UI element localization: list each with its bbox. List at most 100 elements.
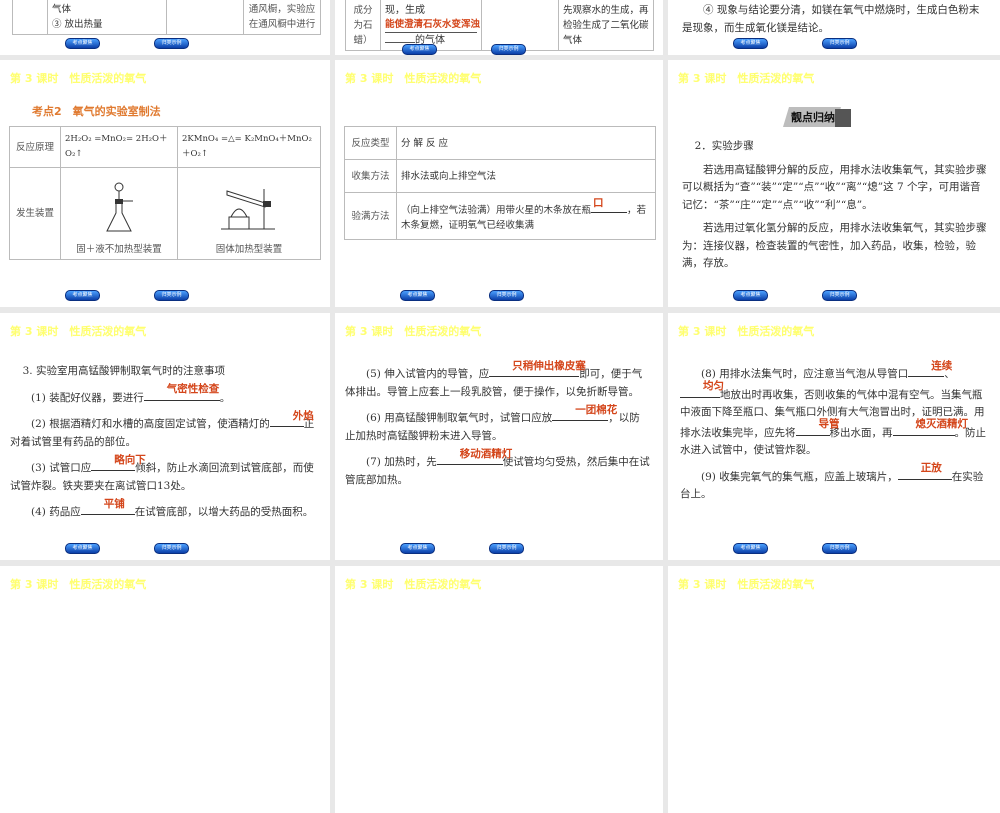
- next-nav-button[interactable]: 归类示例: [154, 38, 189, 49]
- table-cell: 排水法或向上排空气法: [396, 159, 656, 193]
- precautions-text: 3. 实验室用高锰酸钾制取氧气时的注意事项 (1) 装配好仪器，要进行 气密性检查…: [10, 363, 315, 528]
- section-subtitle: 考点2 氧气的实验室制法: [32, 105, 161, 118]
- next-nav-button[interactable]: 归类示例: [154, 290, 189, 301]
- prev-nav-button[interactable]: 考点聚焦: [733, 290, 768, 301]
- answer-text: 一团棉花: [575, 403, 618, 416]
- slide-candle-experiment: 成分为石蜡） 现，生成 能使澄清石灰水变浑浊 的气体 b．反应结束后，应先观察水…: [335, 0, 663, 55]
- cell-text: 气体: [52, 4, 72, 15]
- answer-blank: 只稍伸出橡皮塞: [489, 360, 586, 377]
- next-nav-button[interactable]: 归类示例: [491, 44, 526, 55]
- item-text: (9) 收集完氧气的集气瓶，应盖上玻璃片，: [701, 470, 898, 483]
- table-cell: 收集方法: [344, 159, 397, 193]
- cell-text: （向上排空气法验满）用带火星的木条放在瓶: [401, 205, 592, 216]
- lesson-title: 第 3 课时 性质活泼的氧气: [345, 72, 482, 85]
- answer-text: 平铺: [103, 497, 125, 510]
- next-nav-button[interactable]: 归类示例: [822, 290, 857, 301]
- answer-text: 略向下: [114, 453, 146, 466]
- answer-blank: 平铺: [80, 498, 135, 515]
- answer-text: 正放: [920, 462, 942, 474]
- steps-text: 2．实验步骤 若选用高锰酸钾分解的反应，用排水法收集氧气，其实验步骤可以概括为“…: [682, 138, 987, 279]
- lesson-title: 第 3 课时 性质活泼的氧气: [678, 325, 815, 338]
- paragraph: ④ 现象与结论要分清，如镁在氧气中燃烧时，生成白色粉末是现象，而生成氧化镁是结论…: [682, 4, 980, 34]
- item-text: 。: [219, 391, 231, 404]
- item-text: (4) 药品应: [31, 506, 81, 518]
- badge-label: 靓点归纳: [791, 111, 835, 124]
- answer-blank: 外焰: [269, 410, 314, 427]
- slide-next-1: 第 3 课时 性质活泼的氧气: [0, 566, 330, 813]
- blank-line: 能使澄清石灰水变浑浊: [385, 18, 481, 33]
- table-cell: [166, 0, 244, 35]
- answer-blank: 略向下: [91, 454, 146, 471]
- slide-next-2: 第 3 课时 性质活泼的氧气: [335, 566, 663, 813]
- prev-nav-button[interactable]: 考点聚焦: [733, 543, 768, 554]
- item-text: (5) 伸入试管内的导管，应: [366, 368, 490, 380]
- prev-nav-button[interactable]: 考点聚焦: [65, 543, 100, 554]
- table-cell: 分 解 反 应: [396, 126, 656, 160]
- item-text: (3) 试管口应: [31, 462, 92, 474]
- lesson-title: 第 3 课时 性质活泼的氧气: [10, 578, 147, 591]
- table-cell: 反应类型: [344, 126, 397, 160]
- lesson-title: 第 3 课时 性质活泼的氧气: [678, 578, 815, 591]
- table-cell: 发生装置: [9, 167, 61, 260]
- prev-nav-button[interactable]: 考点聚焦: [402, 44, 437, 55]
- answer-text: 能使澄清石灰水变浑浊: [385, 19, 481, 30]
- answer-text: 只稍伸出橡皮塞: [512, 359, 586, 372]
- lesson-title: 第 3 课时 性质活泼的氧气: [10, 325, 147, 338]
- answer-text: 外焰: [292, 409, 314, 422]
- table-cell: 反应原理: [9, 126, 61, 168]
- slide-precautions-3: 第 3 课时 性质活泼的氧气 (8) 用排水法集气时，应注意当气泡从导管口 连续、…: [668, 313, 1000, 560]
- slide-collection-methods: 第 3 课时 性质活泼的氧气 反应类型分 解 反 应 收集方法 排水法或向上排空气…: [335, 60, 663, 307]
- table-cell: 通风橱，实验应在通风橱中进行: [243, 0, 321, 35]
- slide-lab-preparation: 第 3 课时 性质活泼的氧气 考点2 氧气的实验室制法 反应原理 2H₂O₂ =…: [0, 60, 330, 307]
- answer-blank: 连续: [908, 360, 952, 377]
- answer-blank: 正放: [897, 462, 952, 480]
- next-nav-button[interactable]: 归类示例: [154, 543, 189, 554]
- table-cell: 气体 ③ 放出热量: [47, 0, 167, 35]
- prev-nav-button[interactable]: 考点聚焦: [65, 38, 100, 49]
- next-nav-button[interactable]: 归类示例: [489, 543, 524, 554]
- next-nav-button[interactable]: 归类示例: [489, 290, 524, 301]
- slide-observation-notes: ④ 现象与结论要分清，如镁在氧气中燃烧时，生成白色粉末是现象，而生成氧化镁是结论…: [668, 0, 1000, 55]
- blank-line: [385, 42, 415, 43]
- answer-blank: 熄灭酒精灯: [892, 418, 968, 436]
- table-cell: 固＋液不加热型装置: [60, 167, 178, 260]
- apparatus-caption: 固体加热型装置: [215, 244, 283, 255]
- prev-nav-button[interactable]: 考点聚焦: [65, 290, 100, 301]
- table-cell: 成分为石蜡）: [345, 0, 381, 51]
- slide-precautions-2: 第 3 课时 性质活泼的氧气 (5) 伸入试管内的导管，应 只稍伸出橡皮塞 即可，便…: [335, 313, 663, 560]
- slide-precautions-1: 第 3 课时 性质活泼的氧气 3. 实验室用高锰酸钾制取氧气时的注意事项 (1)…: [0, 313, 330, 560]
- table-cell: [481, 0, 559, 51]
- lesson-title: 第 3 课时 性质活泼的氧气: [345, 325, 482, 338]
- notes-text: ④ 现象与结论要分清，如镁在氧气中燃烧时，生成白色粉末是现象，而生成氧化镁是结论…: [682, 2, 987, 43]
- precautions-text: (5) 伸入试管内的导管，应 只稍伸出橡皮塞 即可，便于气体排出。导管上应套上一段乳…: [345, 360, 650, 495]
- prev-nav-button[interactable]: 考点聚焦: [400, 543, 435, 554]
- answer-blank: 移动酒精灯: [436, 448, 512, 465]
- next-nav-button[interactable]: 归类示例: [822, 38, 857, 49]
- item-text: (8) 用排水法集气时，应注意当气泡从导管口: [701, 368, 909, 380]
- item-text: (7) 加热时，先: [366, 456, 437, 468]
- lesson-title: 第 3 课时 性质活泼的氧气: [10, 72, 147, 85]
- paragraph: 若选用过氧化氢分解的反应，用排水法收集氧气，其实验步骤为：连接仪器，检查装置的气…: [682, 222, 987, 269]
- cell-text: 现，生成: [385, 5, 425, 16]
- next-nav-button[interactable]: 归类示例: [822, 543, 857, 554]
- table-cell: b．反应结束后，应先观察水的生成，再检验生成了二氧化碳气体: [558, 0, 654, 51]
- answer-text: 气密性检查: [166, 383, 220, 395]
- answer-text: 均匀: [703, 380, 724, 392]
- item-text: (6) 用高锰酸钾制取氧气时，试管口应放: [366, 412, 553, 424]
- prev-nav-button[interactable]: 考点聚焦: [733, 38, 768, 49]
- table-cell: 2H₂O₂ =MnO₂= 2H₂O＋O₂↑: [60, 126, 178, 168]
- prev-nav-button[interactable]: 考点聚焦: [400, 290, 435, 301]
- precautions-text: (8) 用排水法集气时，应注意当气泡从导管口 连续、均匀 地放出时再收集，否则收集的…: [680, 360, 987, 510]
- answer-text: 移动酒精灯: [459, 447, 513, 460]
- item-text: (2) 根据酒精灯和水槽的高度固定试管，使酒精灯的: [31, 418, 270, 430]
- paragraph: 若选用高锰酸钾分解的反应，用排水法收集氧气，其实验步骤可以概括为“查”“装”“定…: [682, 163, 987, 211]
- heating-apparatus-icon: [221, 189, 275, 230]
- properties-table: 硫 气体 ③ 放出热量 通风橱，实验应在通风橱中进行: [12, 0, 321, 35]
- answer-blank: 一团棉花: [552, 404, 617, 421]
- item-text: (1) 装配好仪器，要进行: [31, 391, 144, 404]
- flask-apparatus-icon: [106, 182, 133, 232]
- heading: 3. 实验室用高锰酸钾制取氧气时的注意事项: [22, 365, 225, 377]
- table-cell: 验满方法: [344, 192, 397, 240]
- item-text: 在试管底部，以增大药品的受热面积。: [134, 506, 314, 518]
- answer-blank: 导管: [795, 418, 840, 436]
